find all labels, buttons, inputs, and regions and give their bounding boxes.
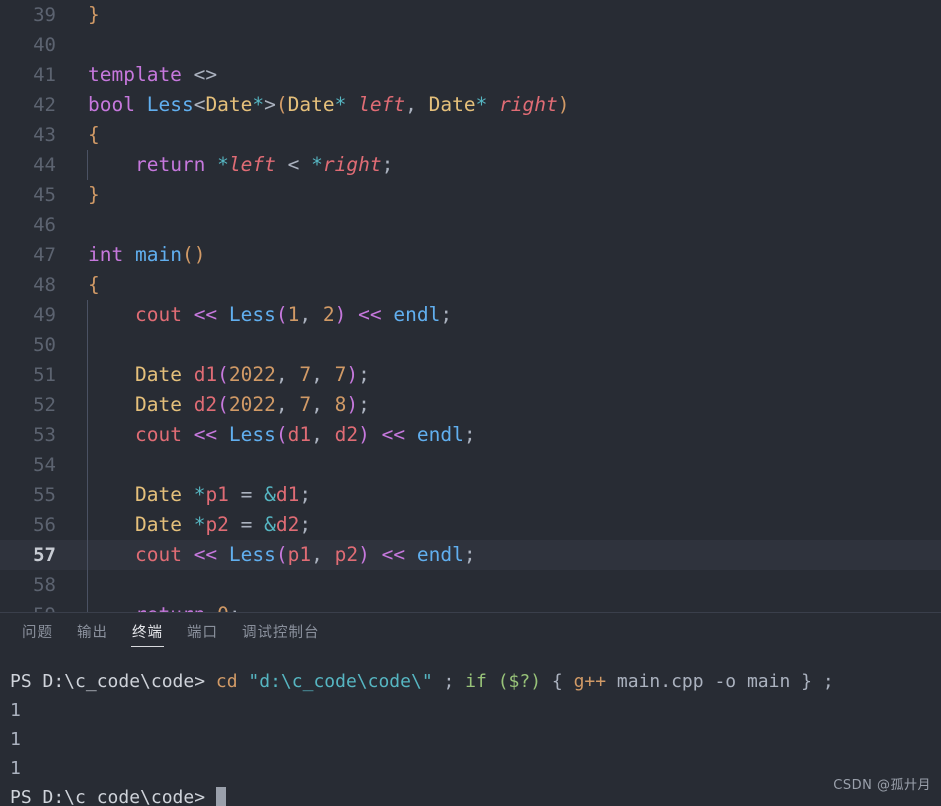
code-line[interactable]: 43 { [0,120,941,150]
code-line[interactable]: 44 return *left < *right; [0,150,941,180]
line-number: 42 [33,94,56,116]
line-content: cout << Less(p1, p2) << endl; [134,543,476,566]
line-content: } [88,3,100,26]
tab-ports[interactable]: 端口 [175,613,230,653]
code-editor[interactable]: 39 } 40 41 template <> 42 bool Less<Date… [0,0,941,612]
terminal-cd-command: cd [215,671,249,692]
line-number: 53 [33,424,56,446]
code-line[interactable]: 49 cout << Less(1, 2) << endl; [0,300,941,330]
terminal-prompt: PS D:\c_code\code> [10,671,216,692]
line-number: 48 [33,274,56,296]
line-number: 45 [33,184,56,206]
line-content: cout << Less(1, 2) << endl; [134,303,453,326]
terminal-condition: ($?) [497,671,552,692]
code-line[interactable]: 54 [0,450,941,480]
line-content: template <> [88,63,218,86]
terminal-output-line: 1 [10,729,21,750]
indent-guide [87,450,88,480]
terminal-path-arg: "d:\c_code\code\" [248,671,433,692]
code-line[interactable]: 47 int main() [0,240,941,270]
line-content: int main() [88,243,206,266]
code-line[interactable]: 39 } [0,0,941,30]
line-content: Date d2(2022, 7, 8); [134,393,370,416]
line-number: 49 [33,304,56,326]
indent-guide [87,330,88,360]
code-line[interactable]: 56 Date *p2 = &d2; [0,510,941,540]
line-number: 56 [33,514,56,536]
terminal-gpp-args: main.cpp -o main [606,671,802,692]
line-number: 43 [33,124,56,146]
line-content: Date *p1 = &d1; [134,483,312,506]
code-line[interactable]: 51 Date d1(2022, 7, 7); [0,360,941,390]
line-content: return 0; [88,600,241,612]
line-content: Date d1(2022, 7, 7); [134,363,370,386]
terminal-gpp-command: g++ [573,671,607,692]
code-line[interactable]: 46 [0,210,941,240]
line-content: { [88,123,100,146]
tab-problems[interactable]: 问题 [10,613,65,653]
line-number: 55 [33,484,56,506]
code-line[interactable]: 59 return 0; [0,600,941,612]
terminal-output-line: 1 [10,758,21,779]
line-number: 51 [33,364,56,386]
code-line[interactable]: 48 { [0,270,941,300]
code-line[interactable]: 52 Date d2(2022, 7, 8); [0,390,941,420]
line-number: 58 [33,574,56,596]
terminal-command-line: PS D:\c_code\code> cd "d:\c_code\code\" … [10,667,941,696]
panel-tab-bar: 问题 输出 终端 端口 调试控制台 [0,613,941,653]
line-number: 39 [33,4,56,26]
code-line-active[interactable]: 57 cout << Less(p1, p2) << endl; [0,540,941,570]
code-line[interactable]: 40 [0,30,941,60]
vscode-window: 39 } 40 41 template <> 42 bool Less<Date… [0,0,941,806]
line-number: 59 [0,600,56,612]
line-content: return *left < *right; [134,153,394,176]
line-content: Date *p2 = &d2; [134,513,312,536]
code-line[interactable]: 53 cout << Less(d1, d2) << endl; [0,420,941,450]
line-content: cout << Less(d1, d2) << endl; [134,423,476,446]
terminal-current-prompt-line[interactable]: PS D:\c_code\code> [10,783,941,806]
line-number: 41 [33,64,56,86]
line-number: 57 [33,544,56,566]
terminal-prompt: PS D:\c_code\code> [10,787,216,806]
terminal-separator-2: ; [822,671,845,692]
code-line[interactable]: 42 bool Less<Date*>(Date* left, Date* ri… [0,90,941,120]
line-content: { [88,273,100,296]
terminal-cursor [215,787,226,806]
line-number: 50 [33,334,56,356]
terminal-if-keyword: if [465,671,498,692]
line-number: 54 [33,454,56,476]
code-line[interactable]: 45 } [0,180,941,210]
line-number: 44 [33,154,56,176]
line-number: 40 [33,34,56,56]
code-line[interactable]: 41 template <> [0,60,941,90]
terminal-brace-close: } [801,671,823,692]
terminal-separator-1: ; [432,671,466,692]
line-number: 46 [33,214,56,236]
terminal-brace-open: { [551,671,574,692]
line-content: bool Less<Date*>(Date* left, Date* right… [88,93,570,116]
code-line[interactable]: 58 [0,570,941,600]
terminal-output[interactable]: PS D:\c_code\code> cd "d:\c_code\code\" … [0,653,941,806]
tab-terminal[interactable]: 终端 [120,613,175,653]
line-number: 52 [33,394,56,416]
bottom-panel: 问题 输出 终端 端口 调试控制台 PS D:\c_code\code> cd … [0,612,941,806]
indent-guide [87,570,88,600]
tab-output[interactable]: 输出 [65,613,120,653]
line-number: 47 [33,244,56,266]
line-content: } [88,183,100,206]
tab-debug-console[interactable]: 调试控制台 [230,613,332,653]
terminal-output-line: 1 [10,700,21,721]
code-line[interactable]: 50 [0,330,941,360]
code-line[interactable]: 55 Date *p1 = &d1; [0,480,941,510]
